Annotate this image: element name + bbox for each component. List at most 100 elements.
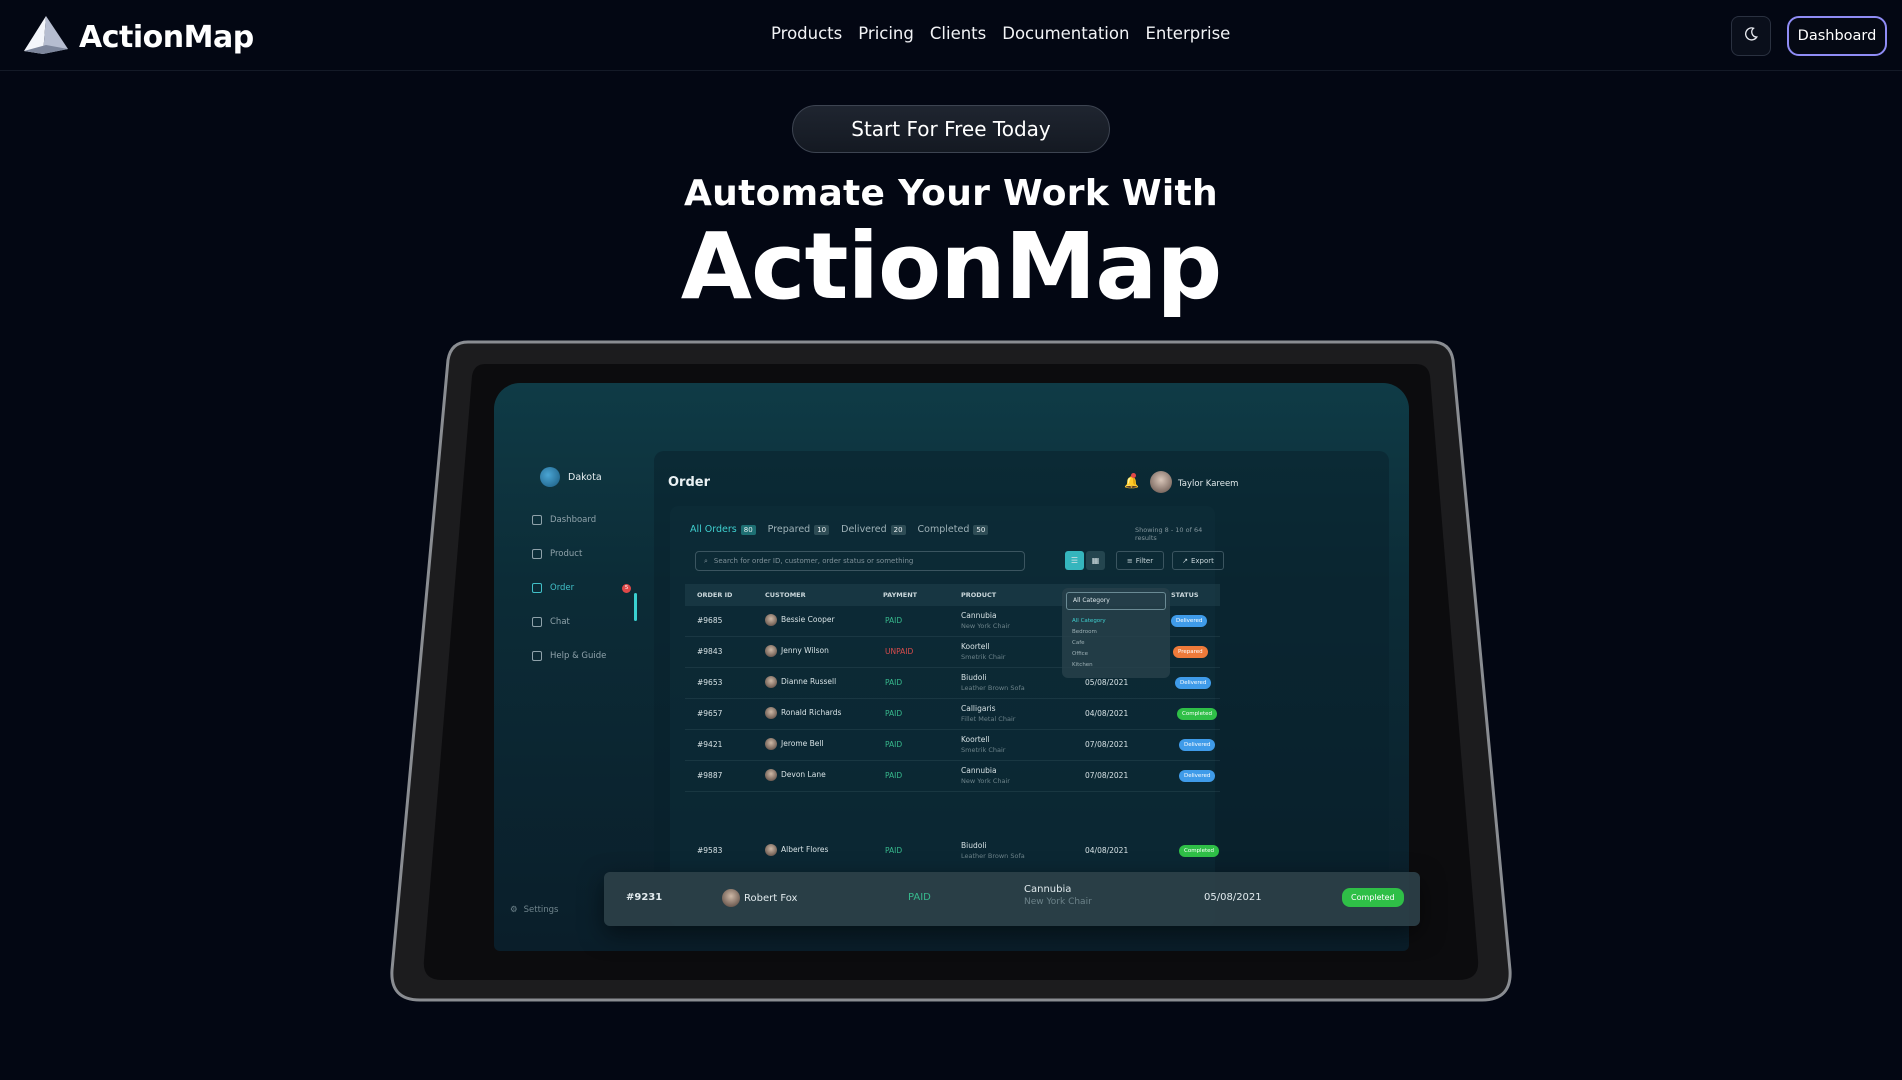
category-option[interactable]: All Category bbox=[1072, 618, 1106, 624]
avatar[interactable] bbox=[1150, 471, 1172, 493]
customer-name: Dianne Russell bbox=[781, 677, 837, 686]
table-row[interactable]: #9887 Devon Lane PAID Cannubia New York C… bbox=[685, 761, 1220, 792]
table-row[interactable]: #9583 Albert Flores PAID Biudoli Leather … bbox=[685, 836, 1220, 867]
export-button[interactable]: ↗ Export bbox=[1172, 551, 1224, 570]
sidebar-item-label: Chat bbox=[550, 617, 570, 627]
order-id: #9421 bbox=[697, 740, 723, 749]
sidebar-item-chat[interactable]: Chat bbox=[532, 617, 570, 627]
hero-subtitle: Automate Your Work With bbox=[684, 173, 1218, 214]
category-option[interactable]: Cafe bbox=[1072, 640, 1085, 646]
tab-delivered[interactable]: Delivered 20 bbox=[841, 524, 906, 535]
status-badge: Completed bbox=[1342, 888, 1404, 907]
workspace-logo-icon bbox=[540, 467, 560, 487]
app-screen: Dakota Dashboard Product Order 5 Chat He… bbox=[494, 383, 1409, 951]
box-icon bbox=[532, 549, 542, 559]
order-tabs: All Orders 80 Prepared 10 Delivered 20 C… bbox=[690, 524, 989, 535]
tab-label: Prepared bbox=[767, 524, 811, 535]
moon-icon bbox=[1743, 26, 1759, 46]
nav-enterprise[interactable]: Enterprise bbox=[1145, 24, 1230, 43]
brand-name: ActionMap bbox=[79, 19, 254, 55]
order-date: 05/08/2021 bbox=[1085, 678, 1129, 687]
product-cell: Cannubia New York Chair bbox=[961, 611, 1010, 630]
product-cell: Cannubia New York Chair bbox=[1024, 884, 1092, 907]
product-name: Koortell bbox=[961, 735, 990, 744]
customer-name: Ronald Richards bbox=[781, 708, 842, 717]
orders-panel: All Orders 80 Prepared 10 Delivered 20 C… bbox=[670, 506, 1224, 926]
filter-label: Filter bbox=[1135, 556, 1154, 565]
start-free-button[interactable]: Start For Free Today bbox=[792, 105, 1110, 153]
brand-logo[interactable]: ActionMap bbox=[23, 15, 254, 59]
order-id: #9887 bbox=[697, 771, 723, 780]
category-option[interactable]: Kitchen bbox=[1072, 662, 1093, 668]
sidebar-item-product[interactable]: Product bbox=[532, 549, 582, 559]
payment-status: PAID bbox=[885, 740, 903, 749]
nav-documentation[interactable]: Documentation bbox=[1002, 24, 1129, 43]
sidebar-item-order[interactable]: Order 5 bbox=[532, 583, 632, 593]
customer-cell: Jerome Bell bbox=[765, 738, 824, 750]
product-variant: Smetrik Chair bbox=[961, 746, 1006, 754]
search-input[interactable]: ⌕ Search for order ID, customer, order s… bbox=[695, 551, 1025, 571]
workspace-name: Dakota bbox=[568, 471, 602, 483]
product-cell: Koortell Smetrik Chair bbox=[961, 735, 1005, 754]
category-select[interactable]: All Category bbox=[1066, 592, 1166, 610]
highlighted-order-row[interactable]: #9231 Robert Fox PAID Cannubia New York C… bbox=[604, 872, 1420, 926]
customer-name: Albert Flores bbox=[781, 845, 829, 854]
category-option[interactable]: Bedroom bbox=[1072, 629, 1097, 635]
status-badge: Completed bbox=[1177, 708, 1217, 720]
customer-cell: Dianne Russell bbox=[765, 676, 836, 688]
customer-name: Bessie Cooper bbox=[781, 615, 835, 624]
avatar bbox=[765, 614, 777, 626]
search-icon: ⌕ bbox=[704, 556, 708, 565]
customer-name: Robert Fox bbox=[744, 893, 798, 904]
sidebar-item-label: Dashboard bbox=[550, 515, 597, 525]
sidebar-item-label: Order bbox=[550, 583, 575, 593]
payment-status: PAID bbox=[885, 709, 903, 718]
col-order-id[interactable]: ORDER ID bbox=[697, 591, 732, 599]
theme-toggle-button[interactable] bbox=[1731, 16, 1771, 56]
table-row[interactable]: #9421 Jerome Bell PAID Koortell Smetrik C… bbox=[685, 730, 1220, 761]
filter-button[interactable]: ≡ Filter bbox=[1116, 551, 1164, 570]
product-name: Biudoli bbox=[961, 841, 987, 850]
status-badge: Delivered bbox=[1179, 739, 1216, 751]
col-payment[interactable]: PAYMENT bbox=[883, 591, 917, 599]
status-badge: Completed bbox=[1179, 845, 1219, 857]
product-variant: New York Chair bbox=[1024, 897, 1092, 907]
sidebar-item-help[interactable]: Help & Guide bbox=[532, 651, 606, 661]
sidebar-item-dashboard[interactable]: Dashboard bbox=[532, 515, 596, 525]
category-option[interactable]: Office bbox=[1072, 651, 1088, 657]
avatar bbox=[765, 769, 777, 781]
nav-products[interactable]: Products bbox=[771, 24, 842, 43]
product-variant: Leather Brown Sofa bbox=[961, 684, 1025, 692]
grid-view-icon[interactable]: ▦ bbox=[1086, 551, 1105, 570]
col-customer[interactable]: CUSTOMER bbox=[765, 591, 806, 599]
hero-title: ActionMap bbox=[680, 213, 1222, 320]
chat-icon bbox=[532, 617, 542, 627]
order-id: #9583 bbox=[697, 846, 723, 855]
sidebar-item-label: Product bbox=[550, 549, 583, 559]
avatar bbox=[765, 844, 777, 856]
table-row[interactable]: #9657 Ronald Richards PAID Calligaris Fil… bbox=[685, 699, 1220, 730]
tab-completed[interactable]: Completed 50 bbox=[918, 524, 989, 535]
product-name: Biudoli bbox=[961, 673, 987, 682]
list-view-icon[interactable]: ☰ bbox=[1065, 551, 1084, 570]
status-badge: Delivered bbox=[1175, 677, 1212, 689]
tab-all-orders[interactable]: All Orders 80 bbox=[690, 524, 756, 535]
user-name: Taylor Kareem bbox=[1178, 479, 1239, 489]
nav-pricing[interactable]: Pricing bbox=[858, 24, 914, 43]
product-name: Calligaris bbox=[961, 704, 996, 713]
customer-cell: Ronald Richards bbox=[765, 707, 841, 719]
nav-clients[interactable]: Clients bbox=[930, 24, 986, 43]
dashboard-button[interactable]: Dashboard bbox=[1787, 16, 1887, 56]
order-id: #9653 bbox=[697, 678, 723, 687]
customer-cell: Devon Lane bbox=[765, 769, 826, 781]
sidebar-settings[interactable]: ⚙ Settings bbox=[510, 905, 559, 915]
customer-name: Devon Lane bbox=[781, 770, 826, 779]
export-icon: ↗ bbox=[1182, 556, 1188, 565]
gear-icon: ⚙ bbox=[510, 905, 518, 915]
payment-status: PAID bbox=[908, 892, 931, 903]
product-cell: Biudoli Leather Brown Sofa bbox=[961, 841, 1025, 860]
order-id: #9685 bbox=[697, 616, 723, 625]
category-dropdown[interactable]: All Category All Category Bedroom Cafe O… bbox=[1062, 588, 1170, 678]
col-product[interactable]: PRODUCT bbox=[961, 591, 996, 599]
tab-prepared[interactable]: Prepared 10 bbox=[767, 524, 830, 535]
